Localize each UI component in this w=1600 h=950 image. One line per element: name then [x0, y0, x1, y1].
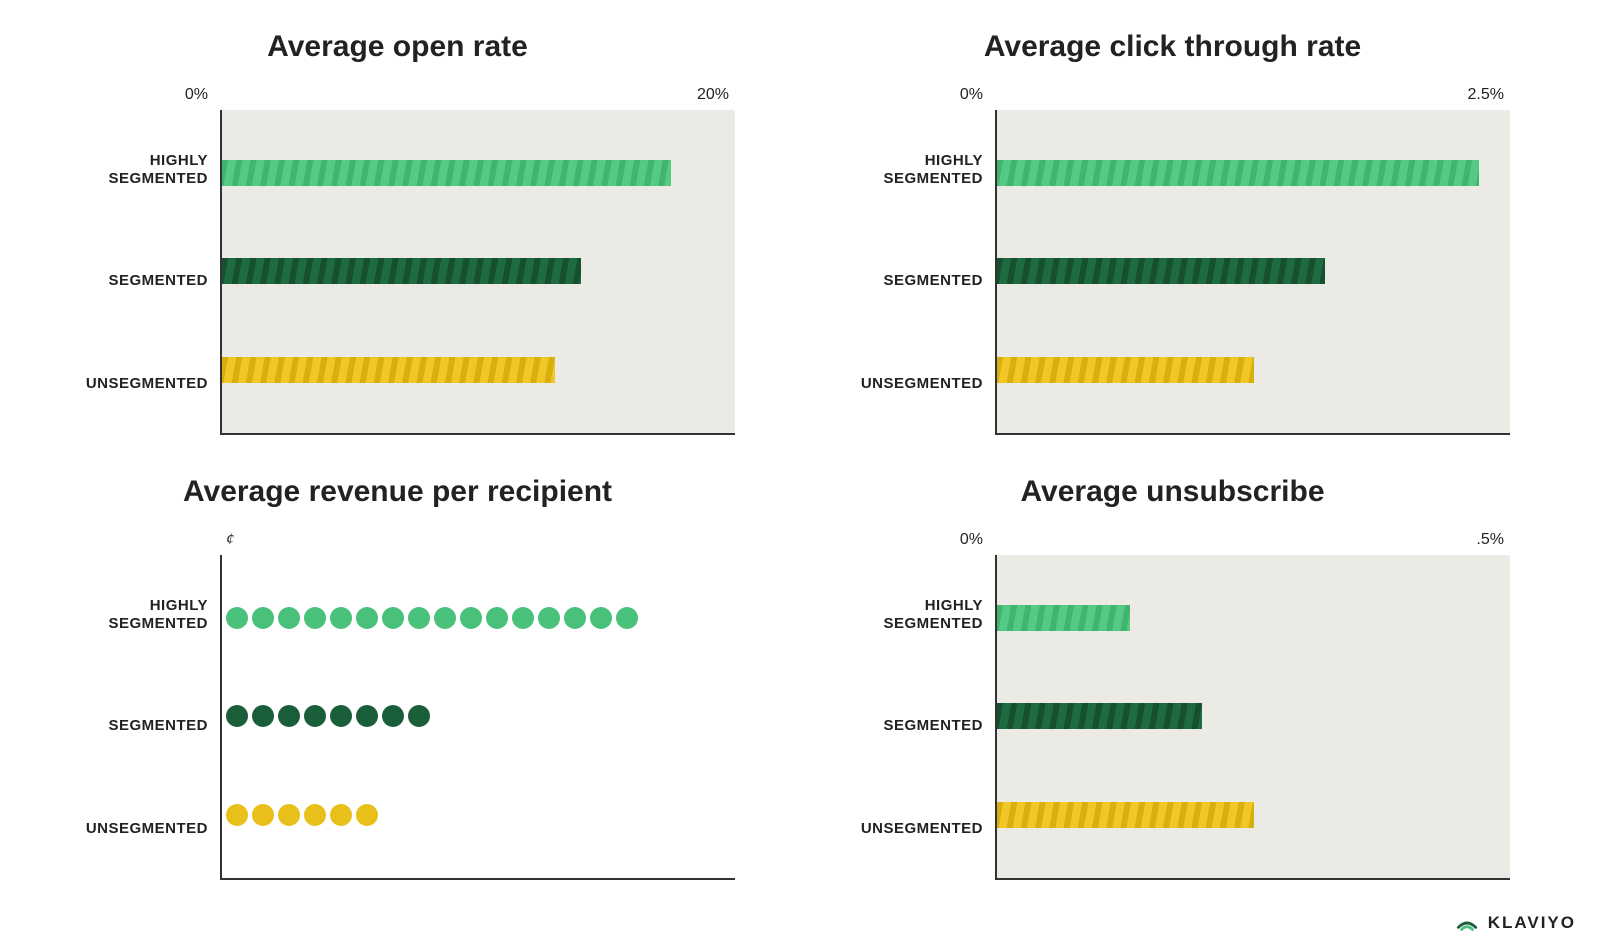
axis-labels: 0% .5% [835, 531, 1510, 549]
category-labels: HIGHLYSEGMENTED SEGMENTED UNSEGMENTED [835, 555, 995, 880]
cat-unsegmented: UNSEGMENTED [835, 375, 983, 393]
bar-highly [222, 160, 671, 186]
plot-panel [220, 110, 735, 435]
axis-labels: 0% 2.5% [835, 86, 1510, 104]
cat-segmented: SEGMENTED [60, 717, 208, 735]
bar-segmented [222, 258, 581, 284]
chart-title: Average click through rate [835, 30, 1510, 64]
cat-highly: HIGHLYSEGMENTED [835, 597, 983, 633]
category-labels: HIGHLYSEGMENTED SEGMENTED UNSEGMENTED [60, 110, 220, 435]
bar-segmented [997, 703, 1202, 729]
plot-panel [995, 110, 1510, 435]
cat-highly: HIGHLYSEGMENTED [60, 152, 208, 188]
cat-segmented: SEGMENTED [60, 272, 208, 290]
axis-labels: ¢ [60, 531, 735, 549]
brand-logo: KLAVIYO [1454, 910, 1576, 936]
cat-highly: HIGHLYSEGMENTED [835, 152, 983, 188]
category-labels: HIGHLYSEGMENTED SEGMENTED UNSEGMENTED [60, 555, 220, 880]
dots-segmented [222, 705, 735, 727]
dots-unsegmented [222, 804, 735, 826]
cat-unsegmented: UNSEGMENTED [835, 820, 983, 838]
cat-segmented: SEGMENTED [835, 272, 983, 290]
bar-highly [997, 605, 1130, 631]
chart-revenue: Average revenue per recipient ¢ HIGHLYSE… [60, 475, 735, 880]
cat-unsegmented: UNSEGMENTED [60, 820, 208, 838]
cat-highly: HIGHLYSEGMENTED [60, 597, 208, 633]
plot-panel [995, 555, 1510, 880]
chart-title: Average revenue per recipient [60, 475, 735, 509]
cat-segmented: SEGMENTED [835, 717, 983, 735]
bar-highly [997, 160, 1479, 186]
bar-unsegmented [997, 802, 1254, 828]
chart-title: Average open rate [60, 30, 735, 64]
chart-unsubscribe: Average unsubscribe 0% .5% HIGHLYSEGMENT… [835, 475, 1510, 880]
chart-click-rate: Average click through rate 0% 2.5% HIGHL… [835, 30, 1510, 435]
plot-panel [220, 555, 735, 880]
brand-text: KLAVIYO [1488, 913, 1576, 933]
category-labels: HIGHLYSEGMENTED SEGMENTED UNSEGMENTED [835, 110, 995, 435]
bar-unsegmented [997, 357, 1254, 383]
bar-segmented [997, 258, 1325, 284]
klaviyo-icon [1454, 910, 1480, 936]
chart-title: Average unsubscribe [835, 475, 1510, 509]
bar-unsegmented [222, 357, 555, 383]
axis-labels: 0% 20% [60, 86, 735, 104]
chart-open-rate: Average open rate 0% 20% HIGHLYSEGMENTED… [60, 30, 735, 435]
dots-highly [222, 607, 735, 629]
cat-unsegmented: UNSEGMENTED [60, 375, 208, 393]
